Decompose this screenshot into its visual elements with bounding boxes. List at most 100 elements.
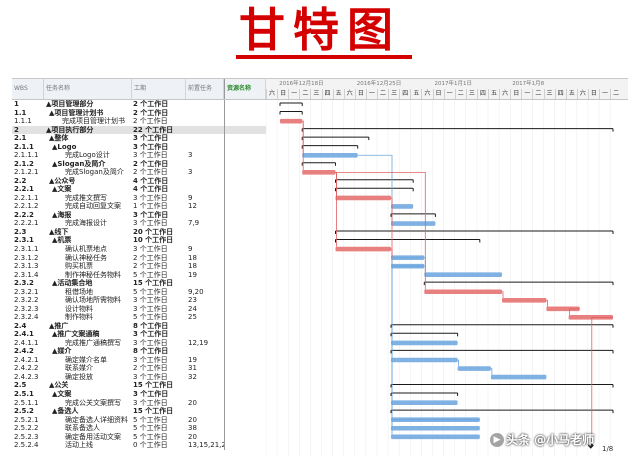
- task-name[interactable]: ▲文案: [52, 185, 132, 194]
- task-resources[interactable]: [224, 125, 267, 135]
- column-header-predecessors[interactable]: 前置任务: [186, 79, 224, 99]
- task-predecessors[interactable]: 23: [188, 296, 224, 305]
- task-name[interactable]: 制作物料: [65, 313, 132, 322]
- task-predecessors[interactable]: [188, 347, 224, 356]
- task-predecessors[interactable]: 31: [188, 364, 224, 373]
- task-duration[interactable]: 2 个工作日: [133, 364, 186, 373]
- task-name[interactable]: ▲项目管理计划书: [49, 109, 132, 118]
- task-wbs[interactable]: 2.5: [14, 381, 44, 390]
- task-row[interactable]: 2.2.1.1 完成推文撰写 3 个工作日 9: [12, 193, 267, 203]
- task-duration[interactable]: 1 个工作日: [133, 202, 186, 211]
- task-name[interactable]: ▲Logo: [52, 143, 132, 152]
- task-name[interactable]: 确认机票地点: [65, 245, 132, 254]
- task-row[interactable]: 2.5.2.2 联系备选人 5 个工作日 38: [12, 424, 266, 433]
- task-wbs[interactable]: 2.4.1.1: [14, 339, 44, 348]
- column-header-name[interactable]: 任务名称: [44, 79, 132, 99]
- task-wbs[interactable]: 2.3.1.1: [14, 245, 44, 254]
- task-row[interactable]: 2.5 ▲公关 15 个工作日: [12, 381, 266, 390]
- task-wbs[interactable]: 2.4: [14, 322, 44, 331]
- task-wbs[interactable]: 2.2: [14, 177, 44, 186]
- task-duration[interactable]: 3 个工作日: [133, 151, 186, 160]
- task-resources[interactable]: [224, 296, 267, 305]
- task-name[interactable]: 制作神秘任务物料: [65, 271, 132, 280]
- task-wbs[interactable]: 2.1.2.1: [14, 168, 44, 177]
- task-resources[interactable]: [224, 185, 267, 194]
- task-predecessors[interactable]: [188, 390, 224, 399]
- task-duration[interactable]: 3 个工作日: [133, 219, 186, 228]
- task-row[interactable]: 2.5.2 ▲备选人 15 个工作日: [12, 407, 266, 416]
- task-row[interactable]: 2.3.1.3 购买机票 2 个工作日 18: [12, 262, 266, 271]
- task-predecessors[interactable]: 12: [188, 202, 224, 211]
- task-predecessors[interactable]: 32: [188, 373, 224, 382]
- task-duration[interactable]: 3 个工作日: [133, 194, 186, 203]
- task-resources[interactable]: [224, 381, 267, 390]
- task-duration[interactable]: 15 个工作日: [133, 381, 186, 390]
- task-predecessors[interactable]: [188, 322, 224, 331]
- task-duration[interactable]: 20 个工作日: [133, 228, 186, 237]
- task-predecessors[interactable]: [188, 228, 224, 237]
- task-duration[interactable]: 5 个工作日: [133, 271, 186, 280]
- task-name[interactable]: ▲文案: [52, 390, 132, 399]
- task-wbs[interactable]: 2.1: [14, 134, 44, 143]
- task-row[interactable]: 2.3.1.2 确认神秘任务 2 个工作日 18: [12, 253, 266, 263]
- task-predecessors[interactable]: 9,20: [188, 288, 224, 297]
- task-resources[interactable]: [224, 390, 267, 399]
- task-name[interactable]: ▲公关: [49, 381, 132, 390]
- task-row[interactable]: 2.3.1 ▲机票 10 个工作日: [12, 236, 266, 245]
- task-duration[interactable]: 3 个工作日: [133, 399, 186, 408]
- task-wbs[interactable]: 2.3.2.1: [14, 288, 44, 297]
- task-row[interactable]: 2.4.2.3 确定投放 3 个工作日 32: [12, 372, 266, 382]
- task-name[interactable]: 完成推文撰写: [65, 194, 132, 203]
- task-resources[interactable]: [224, 245, 267, 254]
- task-predecessors[interactable]: [188, 100, 224, 109]
- task-name[interactable]: ▲推广文案通稿: [52, 330, 132, 339]
- task-row[interactable]: 2.4.2.2 联系媒介 2 个工作日 31: [12, 364, 266, 373]
- task-resources[interactable]: [224, 100, 267, 109]
- task-wbs[interactable]: 2.5.2: [14, 407, 44, 416]
- task-resources[interactable]: [224, 236, 267, 245]
- task-wbs[interactable]: 2.4.2: [14, 347, 44, 356]
- task-resources[interactable]: [224, 176, 267, 186]
- task-predecessors[interactable]: [188, 236, 224, 245]
- task-name[interactable]: 确定媒介名单: [65, 356, 132, 365]
- task-resources[interactable]: [224, 398, 267, 408]
- task-wbs[interactable]: 2.5.2.4: [14, 441, 44, 450]
- task-duration[interactable]: 3 个工作日: [133, 356, 186, 365]
- task-resources[interactable]: [224, 202, 267, 211]
- task-name[interactable]: 完成海报设计: [65, 219, 132, 228]
- task-predecessors[interactable]: 7,9: [188, 219, 224, 228]
- task-resources[interactable]: [224, 441, 267, 450]
- task-row[interactable]: 2.2.1 ▲文案 4 个工作日: [12, 185, 266, 194]
- task-name[interactable]: 确定备用活动文案: [65, 433, 132, 442]
- task-predecessors[interactable]: [188, 211, 224, 220]
- task-resources[interactable]: [224, 407, 267, 416]
- task-duration[interactable]: 22 个工作日: [133, 126, 186, 135]
- task-name[interactable]: 确认神秘任务: [65, 254, 132, 263]
- task-row[interactable]: 2.3.2.4 制作物料 5 个工作日 25: [12, 313, 266, 322]
- task-resources[interactable]: [224, 151, 267, 160]
- task-duration[interactable]: 10 个工作日: [133, 236, 186, 245]
- task-duration[interactable]: 8 个工作日: [133, 322, 186, 331]
- task-duration[interactable]: 5 个工作日: [133, 433, 186, 442]
- task-wbs[interactable]: 2.3.2.2: [14, 296, 44, 305]
- task-name[interactable]: ▲海报: [52, 211, 132, 220]
- task-predecessors[interactable]: 3: [188, 168, 224, 177]
- task-resources[interactable]: [224, 193, 267, 203]
- task-resources[interactable]: [224, 415, 267, 425]
- task-wbs[interactable]: 2.3.1.3: [14, 262, 44, 271]
- task-wbs[interactable]: 2.4.1: [14, 330, 44, 339]
- task-duration[interactable]: 15 个工作日: [133, 407, 186, 416]
- task-row[interactable]: 2.1 ▲整体 3 个工作日: [12, 134, 266, 143]
- column-header-resources[interactable]: 资源名称: [224, 79, 266, 99]
- task-row[interactable]: 2.5.2.4 活动上线0 个工作日13,15,21,26: [12, 441, 266, 450]
- task-wbs[interactable]: 2.4.2.2: [14, 364, 44, 373]
- column-header-wbs[interactable]: WBS: [12, 79, 44, 99]
- task-duration[interactable]: 5 个工作日: [133, 288, 186, 297]
- task-row[interactable]: 2 ▲项目执行部分 22 个工作日: [12, 125, 267, 135]
- task-row[interactable]: 2.4.1 ▲推广文案通稿 3 个工作日: [12, 330, 266, 339]
- task-wbs[interactable]: 2.1.1: [14, 143, 44, 152]
- task-name[interactable]: ▲项目执行部分: [46, 126, 132, 135]
- task-wbs[interactable]: 2.2.2.1: [14, 219, 44, 228]
- task-predecessors[interactable]: [188, 117, 224, 126]
- task-name[interactable]: ▲Slogan及简介: [52, 160, 132, 169]
